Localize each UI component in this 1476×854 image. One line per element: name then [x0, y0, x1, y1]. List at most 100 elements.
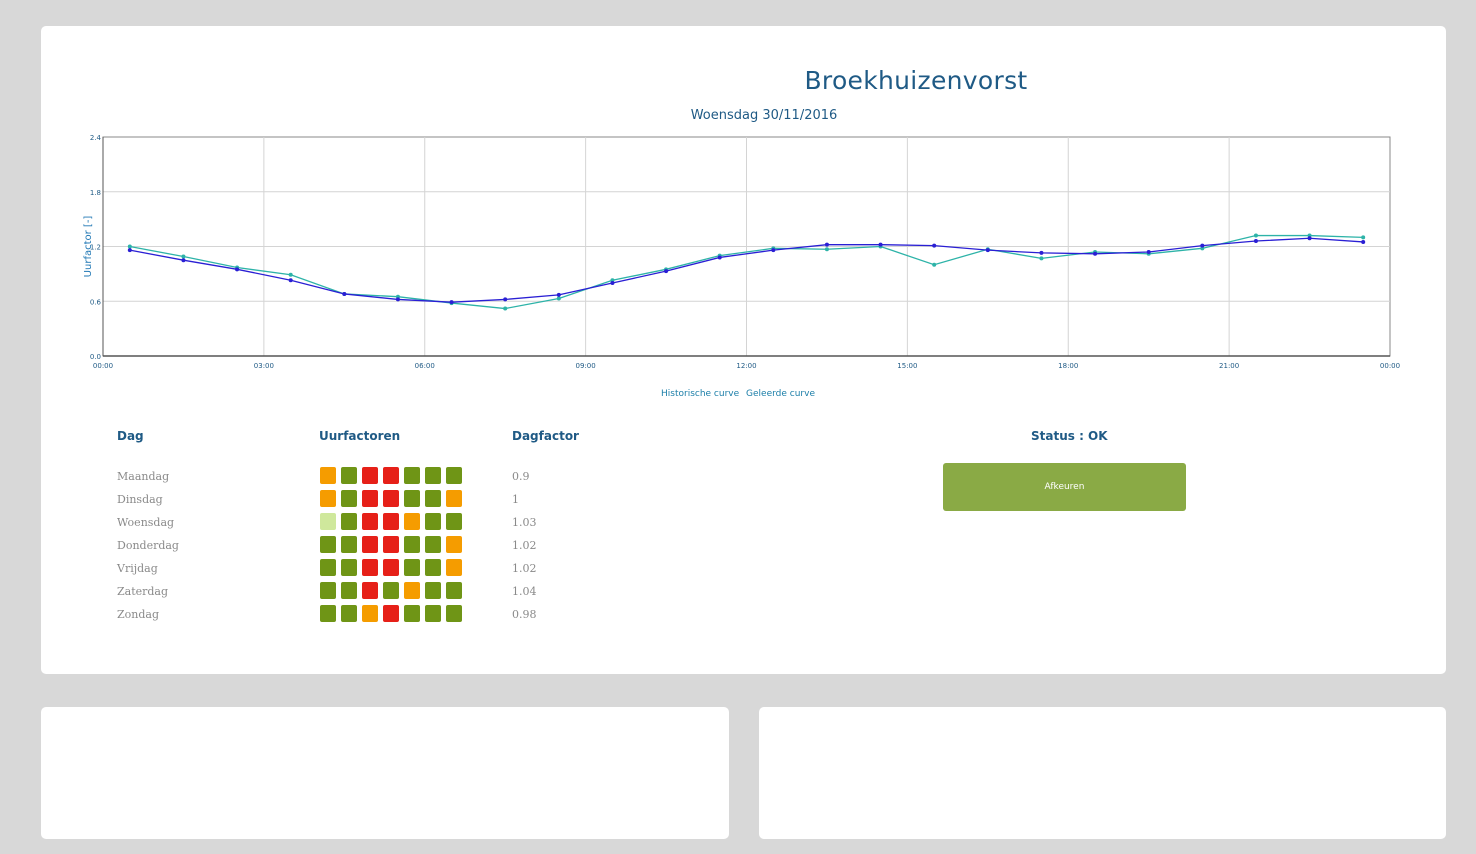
day-label: Donderdag [117, 539, 179, 552]
hour-factor-square [404, 536, 420, 553]
data-point [556, 296, 561, 301]
bottom-right-panel [759, 707, 1446, 839]
day-factor-value: 1.02 [512, 539, 537, 552]
hour-factor-square [341, 605, 357, 622]
day-label: Maandag [117, 470, 170, 483]
x-tick-label: 09:00 [576, 362, 596, 370]
day-label: Vrijdag [117, 562, 158, 575]
data-point [288, 278, 293, 283]
hour-factor-square [383, 605, 399, 622]
data-point [1200, 243, 1205, 248]
hour-factor-square [404, 605, 420, 622]
hour-factor-square [320, 559, 336, 576]
x-tick-label: 06:00 [415, 362, 435, 370]
hour-factor-square [320, 582, 336, 599]
hour-factor-square [404, 490, 420, 507]
hour-factor-square [425, 559, 441, 576]
data-point [1307, 236, 1312, 241]
x-tick-label: 00:00 [93, 362, 113, 370]
data-point [342, 291, 347, 296]
hour-factor-square [404, 467, 420, 484]
hour-factor-square [383, 467, 399, 484]
hour-factor-square [320, 513, 336, 530]
hour-factor-square [362, 536, 378, 553]
data-point [1253, 239, 1258, 244]
x-tick-label: 00:00 [1380, 362, 1400, 370]
hour-factor-square [446, 536, 462, 553]
hour-factor-square [320, 467, 336, 484]
data-point [932, 262, 937, 267]
data-point [717, 255, 722, 260]
legend-historic-curve[interactable]: Historische curve [661, 389, 739, 399]
day-factor-column-header: Dagfactor [512, 429, 579, 443]
day-factor-value: 1.02 [512, 562, 537, 575]
x-tick-label: 03:00 [254, 362, 274, 370]
data-point [1146, 249, 1151, 254]
reject-button[interactable]: Afkeuren [943, 463, 1186, 511]
data-point [1039, 256, 1044, 261]
data-point [610, 281, 615, 285]
x-tick-label: 15:00 [897, 362, 917, 370]
y-tick-label: 2.4 [90, 134, 102, 142]
day-factor-value: 1 [512, 493, 519, 506]
data-point [1253, 233, 1258, 238]
hour-factor-square [362, 467, 378, 484]
hour-factor-square [446, 559, 462, 576]
y-axis-title: Uurfactor [-] [83, 216, 94, 278]
hour-factor-square [341, 582, 357, 599]
data-point [1093, 251, 1098, 256]
x-tick-label: 12:00 [736, 362, 756, 370]
data-point [824, 242, 829, 247]
hour-factor-square [383, 559, 399, 576]
hour-factor-square [362, 559, 378, 576]
hour-factor-square [341, 559, 357, 576]
data-point [181, 254, 186, 259]
data-point [771, 248, 776, 253]
hour-factor-square [320, 536, 336, 553]
data-point [181, 258, 186, 263]
hour-factor-square [341, 536, 357, 553]
hour-factor-square [425, 513, 441, 530]
data-point [288, 272, 293, 277]
bottom-left-panel [41, 707, 729, 839]
hour-factor-square [383, 490, 399, 507]
data-point [878, 242, 883, 247]
data-point [127, 244, 132, 249]
hour-factor-square [341, 513, 357, 530]
data-point [556, 292, 561, 297]
day-label: Zondag [117, 608, 159, 621]
day-factor-value: 1.04 [512, 585, 537, 598]
x-tick-label: 21:00 [1219, 362, 1239, 370]
data-point [985, 248, 990, 253]
hour-factor-square [320, 490, 336, 507]
hour-factor-square [362, 605, 378, 622]
hour-factor-square [404, 582, 420, 599]
data-point [449, 300, 454, 305]
hour-factor-square [446, 467, 462, 484]
hour-factor-square [425, 467, 441, 484]
data-point [932, 243, 937, 248]
day-label: Woensdag [117, 516, 175, 529]
hour-factor-square [425, 490, 441, 507]
y-tick-label: 0.0 [90, 353, 101, 361]
hour-factor-square [425, 536, 441, 553]
data-point [127, 248, 132, 253]
hour-factor-square [446, 605, 462, 622]
hour-factor-square [446, 513, 462, 530]
data-point [503, 306, 508, 311]
status-label: Status : OK [1031, 429, 1108, 443]
legend-learned-curve[interactable]: Geleerde curve [746, 389, 815, 399]
hour-factor-square [341, 490, 357, 507]
hour-factor-square [362, 582, 378, 599]
data-point [1039, 250, 1044, 255]
data-point [1361, 235, 1366, 240]
hour-factor-chart: 0.00.61.21.82.400:00 03:00 06:00 09:00 12:00… [83, 134, 1400, 370]
hour-factor-square [425, 605, 441, 622]
hour-factor-square [425, 582, 441, 599]
y-tick-label: 1.8 [90, 189, 101, 197]
hour-factor-square [341, 467, 357, 484]
hour-factor-square [383, 536, 399, 553]
y-tick-label: 0.6 [90, 298, 102, 306]
data-point [503, 297, 508, 302]
data-point [395, 297, 400, 302]
